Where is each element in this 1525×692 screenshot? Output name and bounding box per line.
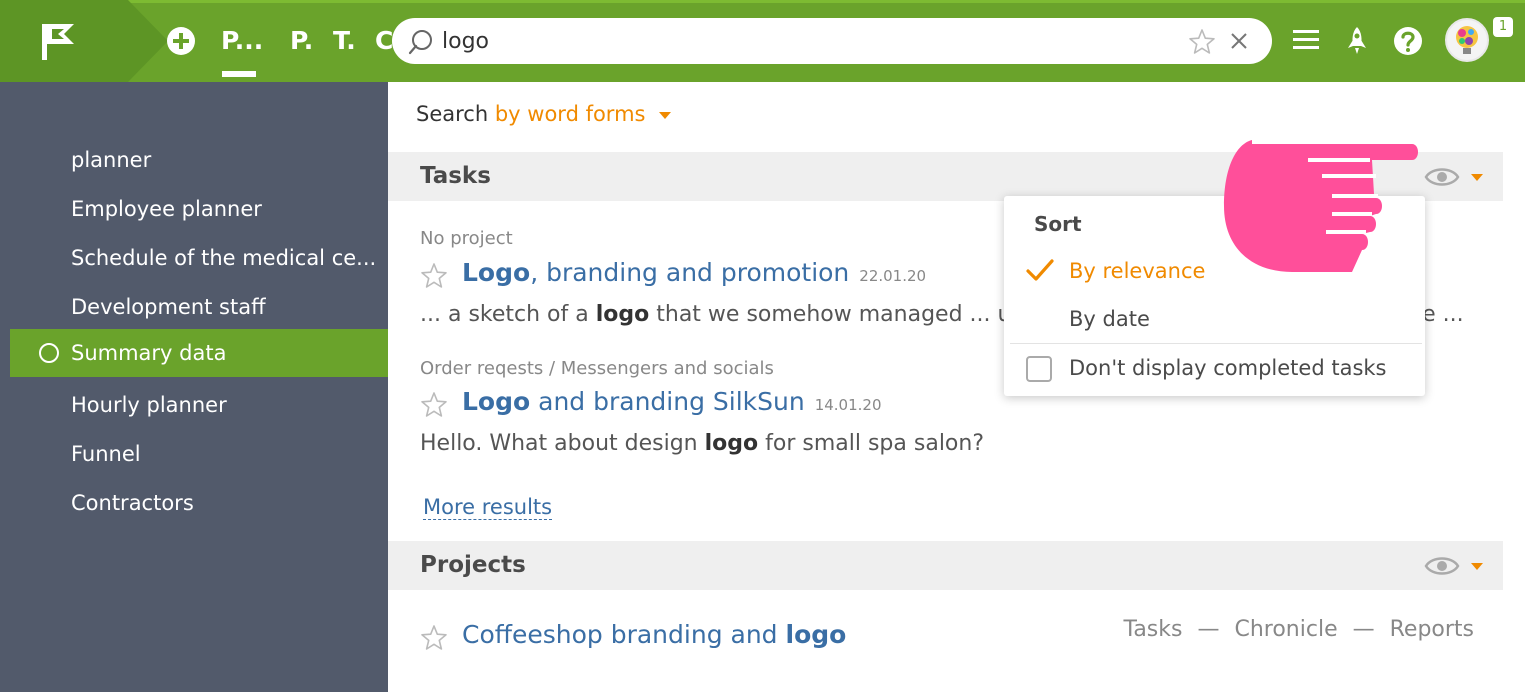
task-date: 14.01.20 [814,396,882,414]
sidebar-item-schedule[interactable]: Schedule of the medical ce... [10,234,388,282]
dropdown-divider [1010,343,1422,344]
nav-tab-3[interactable]: T. [333,26,356,55]
link-separator: — [1352,617,1375,642]
sidebar-item-summary-data[interactable]: Summary data [10,329,388,377]
star-icon[interactable] [420,262,448,290]
sort-option-relevance[interactable]: By relevance [1069,259,1205,283]
star-icon[interactable] [420,624,448,652]
sidebar-item-label: Schedule of the medical ce... [71,246,377,270]
task-snippet: ... a sketch of a logo that we somehow m… [420,302,1025,327]
sidebar-item-planner[interactable]: planner [10,136,388,184]
project-title-link[interactable]: Coffeeshop branding and logo [462,620,846,649]
hide-completed-label[interactable]: Don't display completed tasks [1069,356,1387,380]
eye-icon[interactable] [1424,554,1460,578]
pointing-hand-icon [1224,140,1418,272]
search-input[interactable] [442,26,1162,56]
logo-arrow [128,0,168,82]
avatar[interactable] [1445,18,1489,62]
star-icon[interactable] [420,391,448,419]
search-mode-selector[interactable]: Search by word forms [416,102,672,126]
search-mode-value[interactable]: by word forms [495,102,646,126]
link-separator: — [1197,617,1220,642]
snippet-highlight: logo [704,431,759,456]
eye-icon[interactable] [1424,165,1460,189]
top-bar-rim [0,0,1525,3]
title-text: and branding SilkSun [530,387,805,416]
title-highlight: Logo [462,387,531,416]
project-link-tasks[interactable]: Tasks [1124,617,1183,642]
snippet-text: for small spa salon? [758,431,985,456]
checkmark-icon [1026,259,1054,281]
project-link-reports[interactable]: Reports [1390,617,1474,642]
menu-icon[interactable] [1292,26,1320,54]
title-highlight: logo [785,620,847,649]
snippet-text: ... a sketch of a [420,302,596,327]
snippet-text: that we somehow managed ... up [649,302,1026,327]
circle-icon [39,343,59,363]
caret-down-icon[interactable] [1471,563,1483,570]
task-title-link[interactable]: Logo and branding SilkSun 14.01.20 [462,387,882,416]
right-edge [1503,82,1525,692]
project-links: Tasks — Chronicle — Reports [1120,617,1478,642]
sort-option-date[interactable]: By date [1069,307,1150,331]
lightbulb-avatar-icon [1456,26,1478,54]
close-icon[interactable] [1230,32,1248,50]
help-icon[interactable] [1393,26,1423,56]
search-icon [408,30,432,55]
task-date: 22.01.20 [859,267,927,285]
projects-section-title: Projects [420,552,526,578]
task-project-label: No project [420,228,513,249]
more-results-link[interactable]: More results [423,495,553,520]
sidebar-item-development-staff[interactable]: Development staff [10,283,388,331]
search-mode-label: Search [416,102,489,126]
tasks-section-title: Tasks [420,163,491,189]
task-title-link[interactable]: Logo, branding and promotion 22.01.20 [462,258,926,287]
title-text: Coffeeshop branding and [462,620,786,649]
sidebar-item-label: Development staff [71,295,266,319]
hide-completed-checkbox[interactable] [1026,356,1052,382]
sidebar-item-funnel[interactable]: Funnel [10,430,388,478]
project-link-chronicle[interactable]: Chronicle [1234,617,1337,642]
search-bar[interactable] [392,18,1272,64]
sidebar-item-hourly-planner[interactable]: Hourly planner [10,381,388,429]
flag-logo-icon[interactable] [40,22,76,62]
title-highlight: Logo [462,258,531,287]
sidebar-item-label: Funnel [71,442,141,466]
title-text: , branding and promotion [530,258,850,287]
sidebar-item-label: planner [71,148,152,172]
top-bar: P... P. T. C. logo 1 [0,0,1525,82]
sidebar-item-label: Contractors [71,491,194,515]
task-project-label: Order reqests / Messengers and socials [420,358,774,379]
rocket-icon[interactable] [1345,26,1369,56]
nav-tab-2[interactable]: P. [290,26,313,55]
snippet-highlight: logo [595,302,650,327]
caret-down-icon[interactable] [1471,174,1483,181]
sidebar-item-employee-planner[interactable]: Employee planner [10,185,388,233]
nav-tab-1[interactable]: P... [221,26,263,55]
star-icon[interactable] [1188,28,1216,56]
sidebar: planner Employee planner Schedule of the… [0,82,388,692]
sidebar-item-label: Employee planner [71,197,262,221]
caret-down-icon[interactable] [659,111,672,119]
sidebar-item-contractors[interactable]: Contractors [10,479,388,527]
sidebar-item-label: Hourly planner [71,393,227,417]
projects-section-header: Projects [388,541,1503,590]
snippet-text: Hello. What about design [420,431,705,456]
sidebar-item-label: Summary data [71,341,227,365]
nav-tab-active-indicator [222,71,256,77]
sort-dropdown-title: Sort [1034,212,1082,236]
task-snippet: Hello. What about design logo for small … [420,431,984,456]
plus-circle-icon[interactable] [166,26,196,56]
notification-badge[interactable]: 1 [1493,17,1513,37]
